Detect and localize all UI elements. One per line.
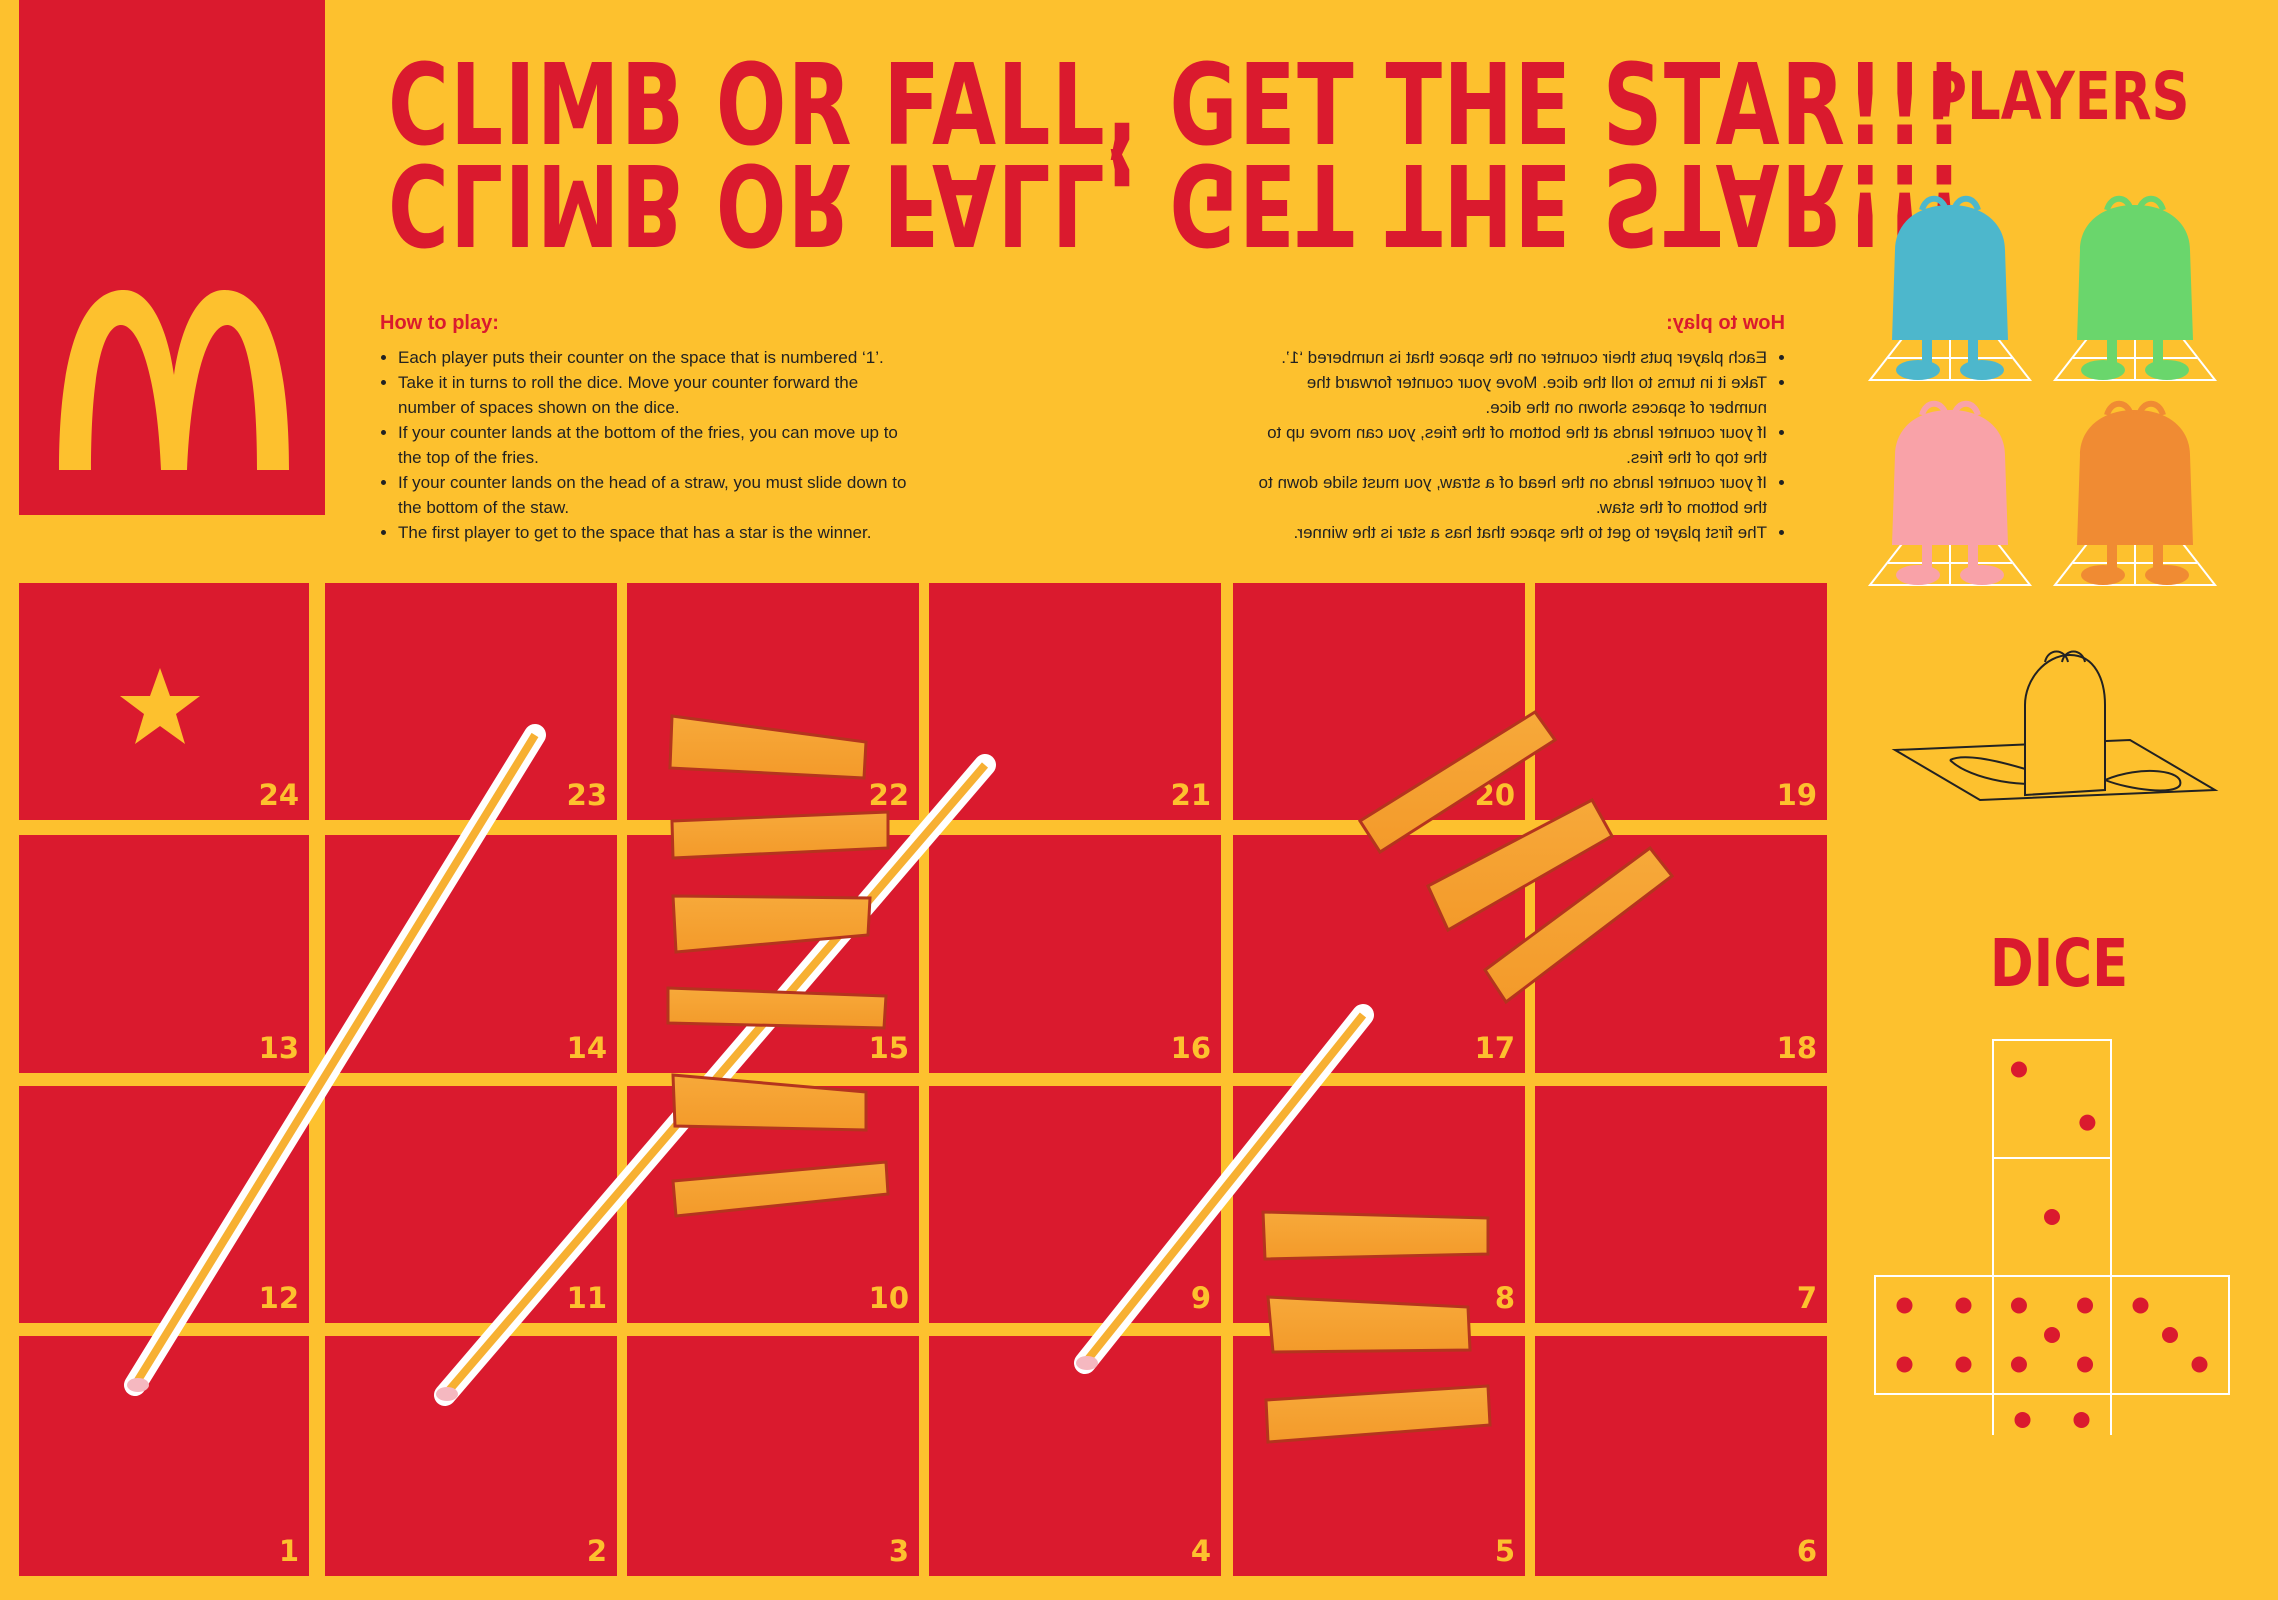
dice-pip	[2162, 1327, 2178, 1343]
dice-pip	[2010, 1356, 2027, 1373]
dice-pip	[2191, 1356, 2208, 1373]
player-counter-blue	[1867, 195, 2033, 381]
fries-ladder-10-to-22	[666, 714, 890, 1218]
dice-pip	[2044, 1209, 2060, 1225]
fries-ladder-5-to-8	[1261, 1210, 1492, 1444]
dice-title: DICE	[1989, 925, 2129, 1002]
dice-pip	[1955, 1356, 1972, 1373]
counter-stand-icon	[1891, 650, 2219, 802]
dice-face	[1992, 1393, 2112, 1435]
dice-pip	[2079, 1114, 2096, 1131]
player-counter-green	[2052, 195, 2218, 381]
dice-net	[1874, 1039, 2230, 1435]
dice-pip	[2132, 1297, 2149, 1314]
players-title: PLAYERS	[1928, 58, 2190, 135]
dice-face	[1992, 1039, 2112, 1159]
dice-face	[1992, 1275, 2112, 1395]
dice-pip	[2010, 1297, 2027, 1314]
player-counter-orange	[2052, 400, 2218, 586]
straw-23-to-1	[124, 724, 546, 1396]
dice-face	[1992, 1157, 2112, 1277]
player-counters	[1867, 195, 2218, 586]
dice-pip	[1896, 1297, 1913, 1314]
dice-pip	[1896, 1356, 1913, 1373]
dice-pip	[2077, 1356, 2094, 1373]
dice-pip	[2073, 1411, 2090, 1428]
dice-face	[2110, 1275, 2230, 1395]
dice-pip	[2010, 1061, 2027, 1078]
fries-ladder-17-to-20	[1357, 709, 1675, 1005]
player-counter-pink	[1867, 400, 2033, 586]
dice-pip	[2044, 1327, 2060, 1343]
dice-pip	[2077, 1297, 2094, 1314]
dice-face	[1874, 1275, 1994, 1395]
dice-pip	[1955, 1297, 1972, 1314]
dice-pip	[2014, 1411, 2031, 1428]
